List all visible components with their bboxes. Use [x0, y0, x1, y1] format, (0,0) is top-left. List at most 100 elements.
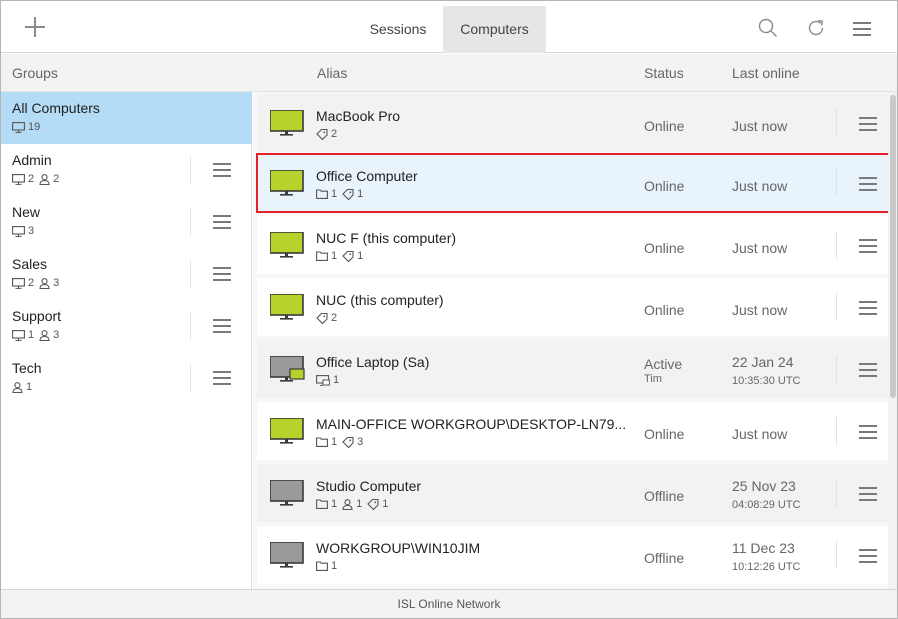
refresh-icon[interactable] [806, 18, 826, 38]
computer-alias: WORKGROUP\WIN10JIM [316, 540, 481, 556]
tag-icon [342, 436, 354, 448]
computer-count: 3 [28, 225, 35, 237]
status-text: Online [644, 118, 685, 134]
group-all-computers[interactable]: All Computers 19 [1, 92, 252, 144]
monitor-small-icon [12, 121, 25, 133]
computer-count: 19 [28, 121, 41, 133]
computer-alias: Office Laptop (Sa) [316, 354, 430, 370]
status-text: Online [644, 240, 685, 256]
user-icon [342, 498, 353, 510]
group-name: New [12, 204, 41, 220]
add-icon[interactable] [23, 15, 47, 39]
group-admin[interactable]: Admin 2 2 [1, 144, 252, 196]
last-online-text: Just now [732, 178, 788, 194]
last-online-text: Just now [732, 118, 788, 134]
computer-row[interactable]: NUC F (this computer) 1 1 Online Just no… [257, 216, 889, 274]
tab-sessions[interactable]: Sessions [355, 6, 441, 53]
computer-alias: Studio Computer [316, 478, 422, 494]
row-menu-icon[interactable] [859, 549, 877, 563]
monitor-small-icon [12, 173, 25, 185]
computer-row[interactable]: WORKGROUP\WIN10JIM 1 Offline 11 Dec 23 1… [257, 526, 889, 584]
group-menu-icon[interactable] [213, 215, 231, 229]
group-name: Support [12, 308, 62, 324]
user-count: 1 [26, 381, 33, 393]
tag-count: 3 [357, 436, 364, 448]
last-online-text: Just now [732, 302, 788, 318]
folder-icon [316, 561, 328, 571]
computer-row[interactable]: Studio Computer 1 1 1 Offline 25 Nov 23 … [257, 464, 889, 522]
search-icon[interactable] [758, 18, 778, 38]
folder-count: 1 [331, 436, 338, 448]
row-menu-icon[interactable] [859, 117, 877, 131]
scrollbar-thumb[interactable] [890, 95, 896, 398]
group-menu-icon[interactable] [213, 163, 231, 177]
folder-icon [316, 189, 328, 199]
last-online-time: 04:08:29 UTC [732, 499, 801, 511]
last-online-header[interactable]: Last online [732, 65, 800, 81]
computer-alias: NUC (this computer) [316, 292, 444, 308]
user-icon [12, 381, 23, 393]
group-name: Admin [12, 152, 52, 168]
groups-header: Groups [12, 65, 58, 81]
tag-count: 1 [357, 188, 364, 200]
folder-count: 1 [331, 498, 338, 510]
group-new[interactable]: New 3 [1, 196, 252, 248]
last-online-time: 10:35:30 UTC [732, 375, 801, 387]
computer-alias: MAIN-OFFICE WORKGROUP\DESKTOP-LN79... [316, 416, 627, 432]
group-support[interactable]: Support 1 3 [1, 300, 252, 352]
row-menu-icon[interactable] [859, 363, 877, 377]
tag-icon [316, 128, 328, 140]
session-count: 1 [333, 374, 340, 386]
tag-count: 2 [331, 312, 338, 324]
row-menu-icon[interactable] [859, 301, 877, 315]
computer-row[interactable]: MAIN-OFFICE WORKGROUP\DESKTOP-LN79... 1 … [257, 402, 889, 460]
tab-computers[interactable]: Computers [443, 6, 546, 53]
column-header: Groups Alias Status Last online [1, 54, 897, 92]
last-online-date: 25 Nov 23 [732, 478, 796, 494]
user-count: 3 [53, 329, 60, 341]
group-menu-icon[interactable] [213, 319, 231, 333]
group-sales[interactable]: Sales 2 3 [1, 248, 252, 300]
row-menu-icon[interactable] [859, 425, 877, 439]
computer-row[interactable]: NUC (this computer) 2 Online Just now [257, 278, 889, 336]
tag-icon [342, 250, 354, 262]
folder-icon [316, 437, 328, 447]
last-online-time: 10:12:26 UTC [732, 561, 801, 573]
status-text: Active [644, 356, 683, 372]
folder-count: 1 [331, 188, 338, 200]
group-menu-icon[interactable] [213, 267, 231, 281]
monitor-active-session-icon [270, 356, 305, 382]
last-online-text: Just now [732, 240, 788, 256]
app-window: Sessions Computers Groups Alias Status L… [0, 0, 898, 619]
folder-icon [316, 251, 328, 261]
group-menu-icon[interactable] [213, 371, 231, 385]
user-icon [39, 329, 50, 341]
status-text: Online [644, 302, 685, 318]
user-count: 3 [53, 277, 60, 289]
tag-icon [316, 312, 328, 324]
folder-count: 1 [331, 560, 338, 572]
status-text: Online [644, 426, 685, 442]
row-menu-icon[interactable] [859, 239, 877, 253]
groups-sidebar: All Computers 19 Admin 2 2 New 3 Sales 2… [1, 92, 252, 589]
group-name: Sales [12, 256, 48, 272]
status-header[interactable]: Status [644, 65, 684, 81]
group-name: All Computers [12, 100, 100, 116]
computer-row[interactable]: MacBook Pro 2 Online Just now [257, 94, 889, 152]
top-bar: Sessions Computers [1, 1, 897, 53]
computer-row[interactable]: Office Laptop (Sa) 1 Active Tim 22 Jan 2… [257, 340, 889, 398]
network-footer: ISL Online Network [1, 589, 897, 618]
computer-count: 1 [28, 329, 35, 341]
group-tech[interactable]: Tech 1 [1, 352, 252, 404]
main-menu-icon[interactable] [853, 22, 871, 36]
monitor-online-icon [270, 232, 304, 258]
alias-header[interactable]: Alias [317, 65, 347, 81]
row-menu-icon[interactable] [859, 487, 877, 501]
computer-list: MacBook Pro 2 Online Just now Office Com… [253, 92, 897, 589]
user-count: 2 [53, 173, 60, 185]
status-text: Offline [644, 550, 685, 566]
row-menu-icon[interactable] [859, 177, 877, 191]
computer-row-selected[interactable]: Office Computer 1 1 Online Just now [256, 153, 890, 213]
monitor-offline-icon [270, 480, 304, 506]
computer-alias: NUC F (this computer) [316, 230, 457, 246]
